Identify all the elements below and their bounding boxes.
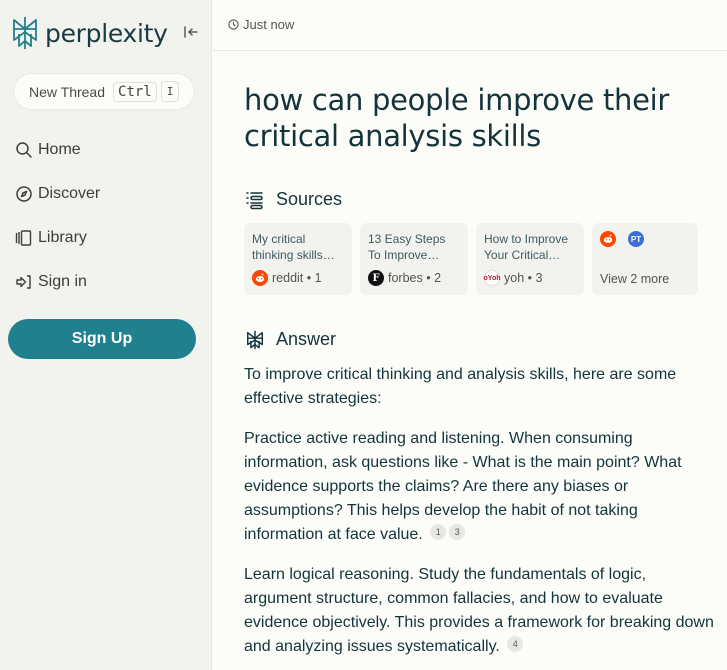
sources-title: Sources	[276, 189, 343, 209]
citation-badge[interactable]: 3	[449, 524, 466, 540]
source-title: How to Improve Your Critical…	[484, 232, 569, 262]
source-title: 13 Easy Steps To Improve…	[368, 232, 446, 262]
sign-up-button[interactable]: Sign Up	[8, 319, 196, 359]
sidebar-item-label: Discover	[38, 185, 101, 202]
source-title: My critical thinking skills…	[252, 232, 335, 262]
compass-icon	[16, 186, 32, 202]
sidebar-item-library[interactable]: Library	[15, 229, 87, 247]
answer-text: To improve critical thinking and analysi…	[244, 366, 677, 407]
thread-header: Just now	[213, 0, 727, 51]
sidebar: perplexity New Thread Ctrl I Home Discov…	[0, 0, 212, 670]
brand-name: perplexity	[45, 18, 168, 48]
sources-list-icon	[246, 191, 263, 209]
source-card[interactable]: My critical thinking skills… reddit • 1	[244, 223, 352, 295]
sources-heading: Sources	[245, 189, 342, 210]
brand-logo[interactable]: perplexity	[11, 16, 168, 50]
perplexity-answer-icon	[247, 330, 263, 349]
sidebar-item-label: Home	[38, 141, 81, 158]
answer-text: Learn logical reasoning. Study the funda…	[244, 566, 714, 655]
source-meta: oYoh yoh • 3	[484, 270, 542, 286]
sidebar-item-label: Sign in	[38, 273, 87, 290]
search-icon	[16, 142, 32, 158]
citation-badge[interactable]: 4	[507, 636, 524, 652]
source-site: reddit • 1	[272, 271, 322, 285]
sidebar-item-sign-in[interactable]: Sign in	[15, 273, 87, 291]
collapse-sidebar-icon[interactable]	[182, 24, 200, 40]
citation-badge[interactable]: 1	[430, 524, 447, 540]
new-thread-button[interactable]: New Thread Ctrl I	[13, 73, 195, 110]
yoh-icon: oYoh	[484, 270, 501, 286]
answer-paragraph: Practice active reading and listening. W…	[244, 427, 714, 547]
sidebar-item-home[interactable]: Home	[15, 141, 81, 159]
sidebar-item-discover[interactable]: Discover	[15, 185, 100, 203]
timestamp-text: Just now	[243, 17, 295, 32]
answer-paragraph: Learn logical reasoning. Study the funda…	[244, 563, 714, 659]
question-title: how can people improve their critical an…	[244, 83, 670, 153]
answer-heading: Answer	[245, 329, 336, 350]
pt-icon: PT	[628, 231, 644, 247]
source-site: yoh • 3	[504, 271, 543, 285]
shortcut-key-i: I	[160, 81, 180, 102]
view-more-label: View 2 more	[600, 272, 670, 286]
reddit-icon	[252, 270, 268, 286]
forbes-icon: F	[368, 270, 384, 286]
timestamp: Just now	[228, 17, 294, 32]
source-card[interactable]: 13 Easy Steps To Improve… F forbes • 2	[360, 223, 468, 295]
source-meta: reddit • 1	[252, 270, 322, 286]
clock-icon	[228, 19, 239, 30]
source-card[interactable]: How to Improve Your Critical… oYoh yoh •…	[476, 223, 584, 295]
sidebar-item-label: Library	[38, 229, 87, 246]
more-sources-icons: PT	[600, 231, 690, 247]
perplexity-logo-icon	[13, 17, 37, 49]
new-thread-label: New Thread	[29, 83, 106, 100]
answer-paragraph: To improve critical thinking and analysi…	[244, 363, 714, 411]
source-meta: F forbes • 2	[368, 270, 441, 286]
sources-list: My critical thinking skills… reddit • 1 …	[244, 223, 698, 295]
answer-title: Answer	[276, 329, 337, 349]
library-icon	[15, 230, 32, 246]
source-site: forbes • 2	[388, 271, 442, 285]
view-more-sources-button[interactable]: PT View 2 more	[592, 223, 698, 295]
shortcut-key-ctrl: Ctrl	[113, 81, 157, 102]
reddit-icon	[600, 231, 616, 247]
sign-in-icon	[16, 275, 31, 289]
